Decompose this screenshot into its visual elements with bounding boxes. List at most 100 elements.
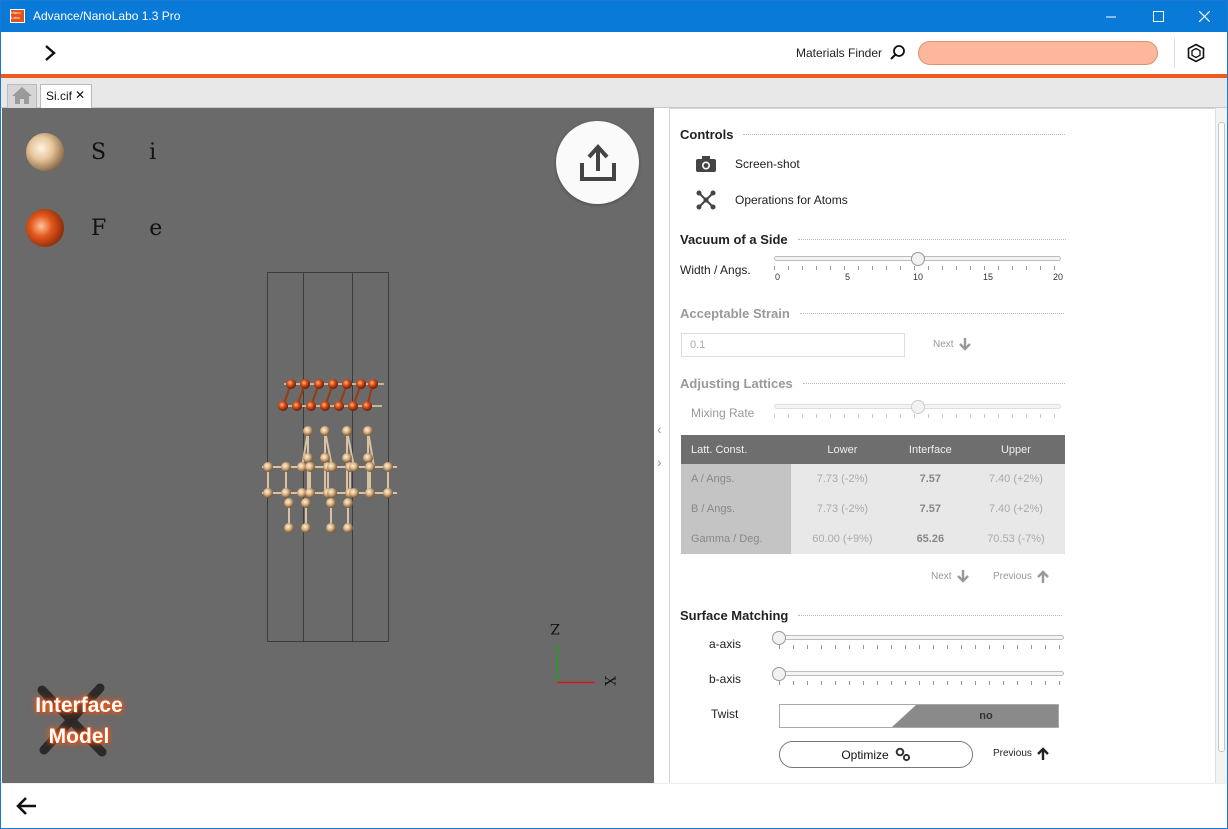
app-icon-text: Nano Labo — [11, 10, 21, 20]
strain-next-button[interactable]: Next — [933, 338, 971, 351]
strain-section-title: Acceptable Strain — [680, 306, 1064, 321]
next-label: Next — [933, 339, 954, 350]
camera-icon — [696, 156, 716, 172]
panel-splitter[interactable]: ‹ › — [654, 108, 669, 783]
materials-finder-input[interactable] — [918, 41, 1158, 65]
search-icon[interactable] — [889, 44, 907, 62]
lattices-next-button[interactable]: Next — [931, 570, 969, 583]
slider-thumb[interactable] — [910, 252, 925, 266]
structure-viewer[interactable]: S i F e Z X Interface Model — [2, 108, 654, 783]
previous-label: Previous — [993, 748, 1032, 759]
app-window: Nano Labo Advance/NanoLabo 1.3 Pro Mater… — [0, 0, 1228, 829]
optimize-button[interactable]: Optimize — [779, 741, 973, 768]
tab-home[interactable] — [7, 84, 37, 108]
slider-thumb[interactable] — [772, 667, 786, 681]
tab-close-icon[interactable]: ✕ — [75, 88, 85, 102]
toolbar-separator — [1174, 38, 1175, 68]
toolbar: Materials Finder — [1, 32, 1227, 74]
twist-toggle[interactable]: no — [779, 704, 1059, 728]
slider-ticks — [774, 266, 1061, 270]
mixing-rate-slider[interactable] — [774, 400, 1061, 422]
si-atom — [305, 462, 315, 472]
minimize-button[interactable] — [1088, 1, 1134, 32]
si-atom — [326, 523, 336, 533]
table-cell: 70.53 (-7%) — [966, 524, 1065, 554]
molecule-icon — [696, 190, 716, 210]
lattices-previous-button[interactable]: Previous — [993, 570, 1049, 583]
table-cell: 7.40 (+2%) — [966, 464, 1065, 494]
panel-scrollbar[interactable] — [1215, 108, 1227, 783]
fe-atom — [342, 379, 352, 389]
table-cell: 7.73 (-2%) — [791, 464, 894, 494]
arrow-up-icon — [1037, 570, 1049, 583]
table-cell: 7.40 (+2%) — [966, 494, 1065, 524]
column-header: Upper — [966, 435, 1065, 464]
twist-label: Twist — [711, 707, 739, 721]
si-atom — [349, 462, 359, 472]
tab-bar: Si.cif ✕ — [1, 78, 1227, 108]
fe-atom — [286, 379, 296, 389]
fe-atom — [320, 401, 330, 411]
toggle-divider — [892, 705, 916, 727]
si-atom — [383, 488, 393, 498]
materials-finder-label: Materials Finder — [796, 46, 883, 60]
divider — [798, 615, 1063, 616]
tick-label: 5 — [845, 272, 851, 282]
surface-heading: Surface Matching — [680, 608, 789, 623]
fe-atom — [328, 379, 338, 389]
slider-ticks — [774, 414, 1061, 418]
divider — [797, 239, 1066, 240]
table-cell: 60.00 (+9%) — [791, 524, 894, 554]
chevron-right-icon[interactable] — [41, 43, 59, 63]
vacuum-width-slider[interactable] — [774, 252, 1061, 274]
strain-input[interactable]: 0.1 — [681, 333, 905, 357]
app-icon: Nano Labo — [10, 9, 25, 23]
close-button[interactable] — [1181, 1, 1227, 32]
table-row: Gamma / Deg. 60.00 (+9%) 65.26 70.53 (-7… — [681, 524, 1065, 554]
table-header-row: Latt. Const. Lower Interface Upper — [681, 435, 1065, 464]
arrow-left-icon[interactable] — [15, 796, 37, 816]
tab-si-cif[interactable]: Si.cif ✕ — [40, 84, 92, 108]
surface-previous-button[interactable]: Previous — [993, 747, 1049, 760]
si-atom — [284, 498, 294, 508]
next-label: Next — [931, 571, 952, 582]
controls-section-title: Controls — [680, 127, 1066, 142]
collapse-left-icon[interactable]: ‹ — [657, 421, 662, 437]
si-atom — [263, 462, 273, 472]
screenshot-control[interactable]: Screen-shot — [696, 156, 800, 172]
axis-z-label: Z — [550, 620, 560, 636]
atoms — [263, 379, 393, 533]
table-cell: A / Angs. — [681, 464, 791, 494]
si-atom — [281, 462, 291, 472]
slider-thumb[interactable] — [910, 400, 925, 414]
si-atom — [342, 426, 352, 436]
cube-icon[interactable] — [1186, 43, 1206, 63]
b-axis-slider[interactable] — [772, 667, 1064, 689]
a-axis-slider[interactable] — [772, 631, 1064, 653]
axis-indicator — [556, 644, 595, 684]
tick-label: 15 — [983, 272, 994, 282]
table-cell: 7.57 — [893, 494, 967, 524]
slider-thumb[interactable] — [772, 631, 786, 645]
divider — [802, 383, 1065, 384]
si-atom — [349, 488, 359, 498]
si-atom — [281, 488, 291, 498]
fe-atom — [300, 379, 310, 389]
vacuum-section-title: Vacuum of a Side — [680, 232, 1066, 247]
mixing-rate-label: Mixing Rate — [691, 406, 755, 420]
fe-atom — [306, 401, 316, 411]
scrollbar-thumb[interactable] — [1218, 122, 1225, 752]
fe-atom — [356, 379, 366, 389]
slider-track — [779, 671, 1064, 676]
lattices-heading: Adjusting Lattices — [680, 376, 793, 391]
si-atom — [343, 498, 353, 508]
arrow-down-icon — [958, 338, 971, 351]
maximize-button[interactable] — [1135, 1, 1181, 32]
controls-heading: Controls — [680, 127, 734, 142]
operations-control[interactable]: Operations for Atoms — [696, 190, 848, 210]
interface-model-badge: Interface Model — [12, 680, 132, 760]
b-axis-label: b-axis — [709, 672, 742, 686]
expand-right-icon[interactable]: › — [657, 454, 662, 470]
strain-heading: Acceptable Strain — [680, 306, 790, 321]
maximize-icon — [1152, 11, 1164, 22]
